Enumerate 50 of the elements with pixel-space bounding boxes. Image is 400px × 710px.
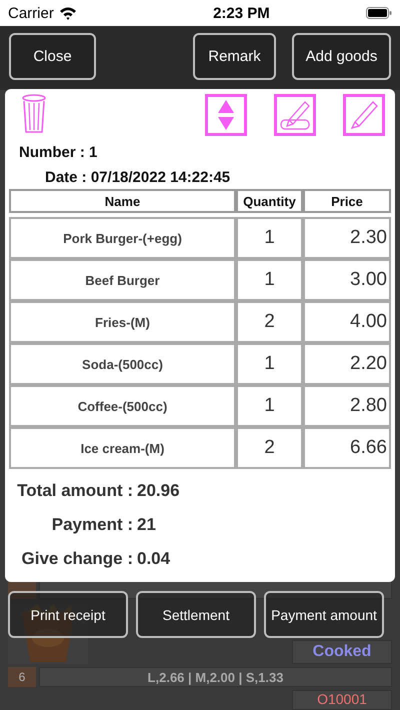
total-value: 20.96: [137, 481, 181, 501]
close-button[interactable]: Close: [9, 33, 96, 80]
table-cell: Beef Burger: [9, 259, 236, 301]
table-cell: 2.30: [303, 217, 391, 259]
row-number: 6: [8, 667, 36, 687]
table-cell: 2: [236, 301, 303, 343]
wifi-icon: [58, 6, 77, 20]
edit-note-button[interactable]: [274, 94, 316, 136]
table-cell: Fries-(M): [9, 301, 236, 343]
column-header: Quantity: [236, 189, 303, 213]
table-cell: 1: [236, 385, 303, 427]
table-cell: 6.66: [303, 427, 391, 469]
carrier-label: Carrier: [8, 4, 54, 22]
column-header: Name: [9, 189, 236, 213]
table-cell: Pork Burger-(+egg): [9, 217, 236, 259]
table-cell: 2.80: [303, 385, 391, 427]
table-cell: Coffee-(500cc): [9, 385, 236, 427]
order-number: Number : 1: [19, 144, 98, 161]
table-cell: Soda-(500cc): [9, 343, 236, 385]
action-button[interactable]: Payment amount: [264, 591, 384, 638]
remark-button[interactable]: Remark: [193, 33, 276, 80]
pencil-eraser-icon: [279, 100, 311, 130]
order-code: O10001: [292, 690, 392, 710]
table-cell: 1: [236, 259, 303, 301]
table-cell: 2.20: [303, 343, 391, 385]
table-cell: 1: [236, 343, 303, 385]
pencil-icon: [349, 100, 379, 130]
order-date: Date : 07/18/2022 14:22:45: [45, 169, 232, 186]
up-down-arrows-icon: [217, 99, 235, 131]
status-label: Cooked: [292, 640, 392, 664]
battery-icon: [366, 7, 392, 19]
table-cell: 2: [236, 427, 303, 469]
total-label: Payment :: [50, 515, 134, 535]
total-value: 21: [137, 515, 157, 535]
total-label: Give change :: [20, 549, 134, 569]
option-prices: L,2.66 | M,2.00 | S,1.33: [39, 667, 392, 687]
column-header: Price: [303, 189, 391, 213]
status-time: 2:23 PM: [213, 4, 270, 22]
table-cell: 3.00: [303, 259, 391, 301]
add-goods-button[interactable]: Add goods: [292, 33, 391, 80]
table-cell: 1: [236, 217, 303, 259]
total-value: 0.04: [137, 549, 172, 569]
edit-button[interactable]: [343, 94, 385, 136]
action-button[interactable]: Print receipt: [8, 591, 128, 638]
sort-button[interactable]: [205, 94, 247, 136]
table-cell: Ice cream-(M): [9, 427, 236, 469]
table-cell: 4.00: [303, 301, 391, 343]
action-button[interactable]: Settlement: [136, 591, 256, 638]
trash-icon[interactable]: [21, 94, 47, 134]
total-label: Total amount :: [16, 481, 134, 501]
